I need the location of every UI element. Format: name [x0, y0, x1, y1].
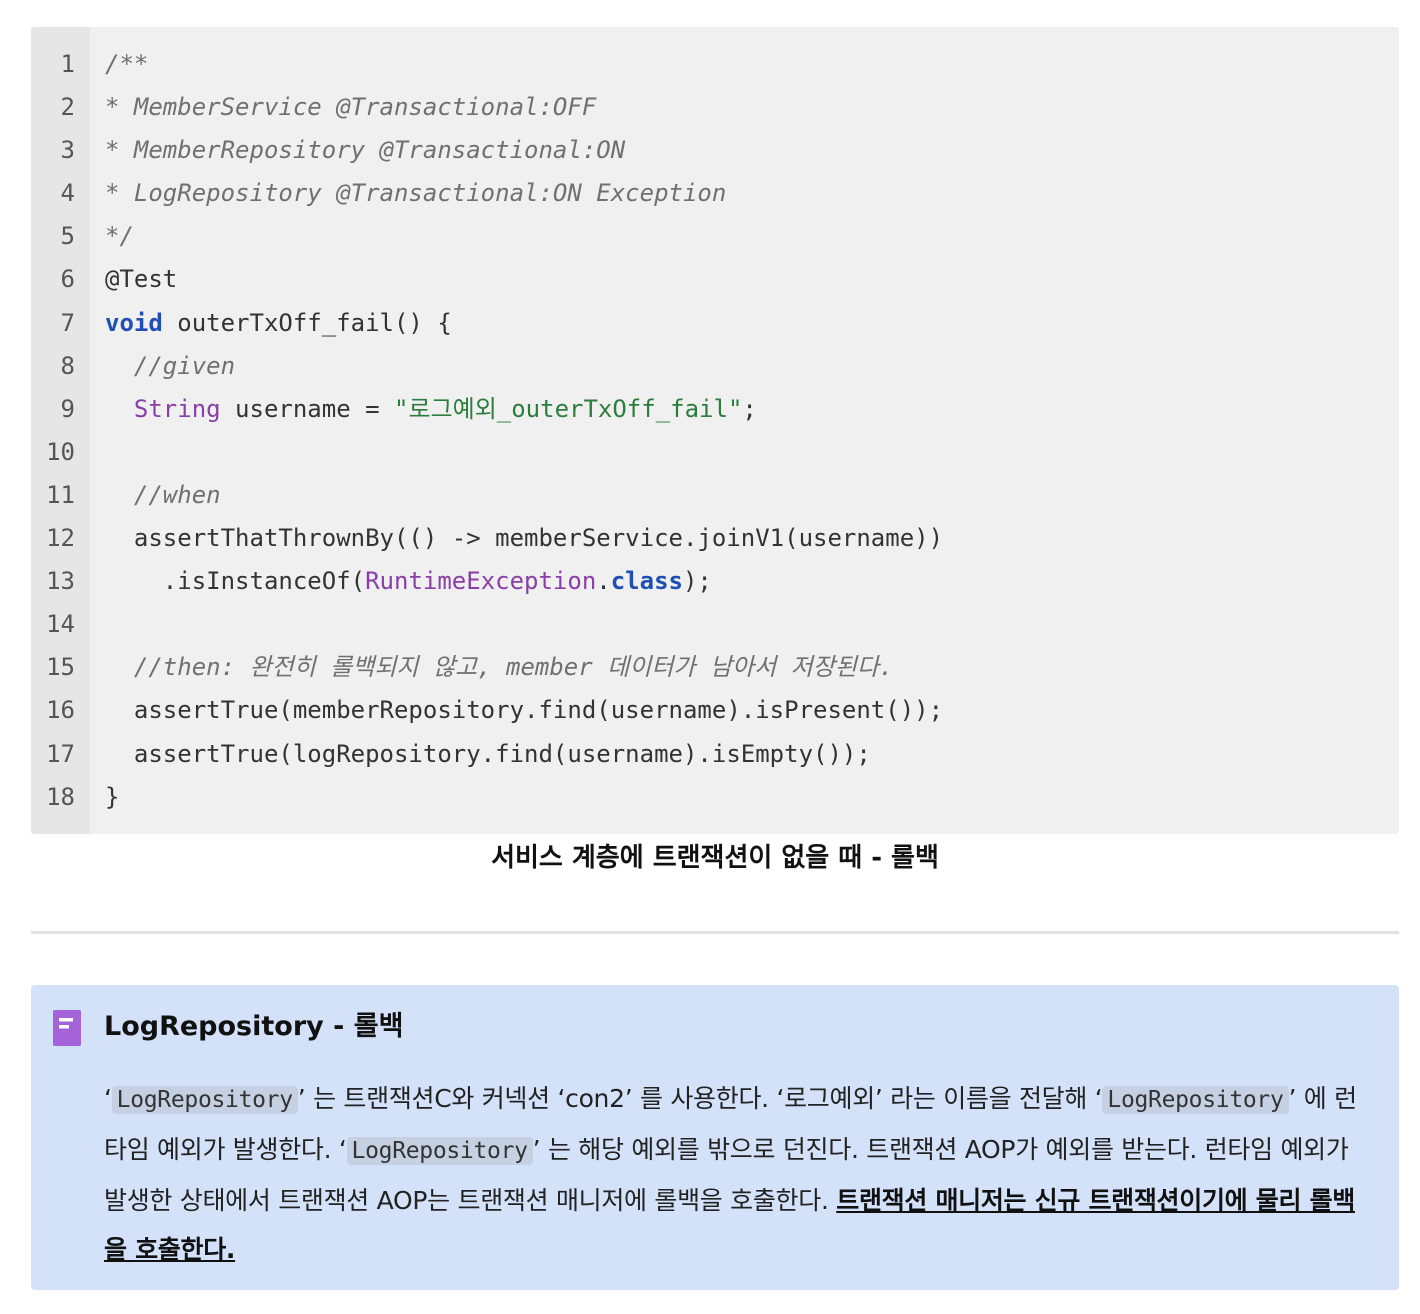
code-token: RuntimeException: [365, 567, 597, 596]
code-token: */: [105, 222, 134, 251]
code-token: ;: [742, 394, 757, 423]
code-block: 1 /** 2 * MemberService @Transactional:OFF 3…: [31, 27, 1399, 834]
code-line: 2 * MemberService @Transactional:OFF: [31, 90, 1399, 133]
code-token: }: [105, 782, 120, 811]
code-token: //then: 완전히 롤백되지 않고, member 데이터가 남아서 저장된…: [105, 653, 894, 682]
line-number: 11: [46, 480, 75, 509]
code-text: /**: [105, 47, 148, 81]
code-text: }: [105, 780, 119, 814]
code-token: void: [105, 308, 163, 337]
code-line: 9 String username = "로그예외_outerTxOff_fai…: [31, 392, 1399, 435]
body-text: ’ 는 트랜잭션C와 커넥션 ‘con2’ 를 사용한다. ‘로그예외’ 라는 …: [297, 1084, 1095, 1113]
code-token: @Test: [105, 265, 178, 294]
code-token: //given: [105, 351, 236, 380]
divider: [31, 931, 1399, 934]
line-number: 12: [46, 524, 75, 553]
line-number: 8: [60, 351, 75, 380]
line-number: 13: [46, 567, 75, 596]
code-token: //when: [105, 480, 221, 509]
code-line: 17 assertTrue(logRepository.find(usernam…: [31, 737, 1399, 780]
code-token: username =: [220, 394, 394, 423]
code-token: outerTxOff_fail() {: [162, 308, 452, 337]
line-number: 6: [60, 265, 75, 294]
code-token: * MemberService @Transactional:OFF: [105, 93, 597, 122]
code-token: /**: [105, 50, 149, 78]
code-text: assertTrue(logRepository.find(username).…: [105, 737, 871, 771]
code-line: 7 void outerTxOff_fail() {: [31, 306, 1399, 349]
code-text: void outerTxOff_fail() {: [105, 306, 452, 340]
body-text: ‘: [104, 1084, 112, 1113]
inline-code: LogRepository: [346, 1137, 533, 1165]
line-number: 17: [46, 739, 75, 768]
line-number: 2: [60, 93, 75, 122]
inline-code: LogRepository: [1102, 1086, 1289, 1114]
code-text: String username = "로그예외_outerTxOff_fail"…: [105, 392, 757, 426]
code-line: 18}: [31, 780, 1399, 823]
code-line: 16 assertTrue(memberRepository.find(user…: [31, 693, 1399, 736]
code-token: .isInstanceOf(: [105, 567, 366, 596]
code-line: 1 /**: [31, 47, 1399, 90]
code-text: //then: 완전히 롤백되지 않고, member 데이터가 남아서 저장된…: [105, 650, 894, 684]
code-line: 5 */: [31, 219, 1399, 262]
code-token: String: [133, 394, 221, 423]
code-text: //when: [105, 478, 221, 512]
code-line: 8 //given: [31, 349, 1399, 392]
code-text: * LogRepository @Transactional:ON Except…: [105, 176, 726, 210]
code-line: 15 //then: 완전히 롤백되지 않고, member 데이터가 남아서 …: [31, 650, 1399, 693]
code-token: "로그예외_outerTxOff_fail": [394, 394, 743, 423]
line-number: 5: [60, 222, 75, 251]
code-line: 14: [31, 607, 1399, 650]
code-text: //given: [105, 349, 235, 383]
code-token: assertTrue(memberRepository.find(usernam…: [105, 696, 944, 725]
code-text: * MemberRepository @Transactional:ON: [105, 133, 625, 167]
code-token: assertThatThrownBy(() -> memberService.j…: [105, 524, 944, 553]
callout-box: LogRepository - 롤백 ‘LogRepository’ 는 트랜잭…: [31, 985, 1399, 1290]
code-line: 4 * LogRepository @Transactional:ON Excep…: [31, 176, 1399, 219]
callout-title: LogRepository - 롤백: [104, 1011, 404, 1042]
inline-code: LogRepository: [111, 1086, 298, 1114]
code-token: assertTrue(logRepository.find(username).…: [105, 739, 871, 768]
code-token: * MemberRepository @Transactional:ON: [105, 136, 626, 165]
page-icon: [53, 1010, 81, 1046]
code-caption: 서비스 계층에 트랜잭션이 없을 때 - 롤백: [491, 843, 939, 873]
code-line: 6 @Test: [31, 262, 1399, 305]
line-number: 15: [46, 653, 75, 682]
line-number: 10: [46, 437, 75, 466]
code-text: .isInstanceOf(RuntimeException.class);: [105, 564, 712, 598]
line-number: 18: [46, 782, 75, 811]
code-line: 13 .isInstanceOf(RuntimeException.class)…: [31, 564, 1399, 607]
code-token: class: [610, 567, 683, 596]
code-lines: 1 /** 2 * MemberService @Transactional:OFF 3…: [31, 47, 1399, 823]
code-line: 3 * MemberRepository @Transactional:ON: [31, 133, 1399, 176]
code-text: */: [105, 219, 134, 253]
line-number: 9: [60, 394, 75, 423]
line-number: 4: [60, 179, 75, 208]
code-token: * LogRepository @Transactional:ON Except…: [105, 179, 727, 208]
code-token: );: [682, 567, 712, 596]
line-number: 3: [60, 136, 75, 165]
line-number: 1: [60, 50, 75, 78]
line-number: 7: [60, 308, 75, 337]
code-token: .: [596, 567, 611, 596]
code-line: 12 assertThatThrownBy(() -> memberServic…: [31, 521, 1399, 564]
code-line: 10: [31, 435, 1399, 478]
callout-body: ‘LogRepository’ 는 트랜잭션C와 커넥션 ‘con2’ 를 사용…: [104, 1074, 1364, 1274]
code-text: assertThatThrownBy(() -> memberService.j…: [105, 521, 943, 555]
line-number: 14: [46, 610, 75, 639]
code-line: 11 //when: [31, 478, 1399, 521]
code-text: * MemberService @Transactional:OFF: [105, 90, 596, 124]
code-text: assertTrue(memberRepository.find(usernam…: [105, 693, 943, 727]
code-text: @Test: [105, 262, 177, 296]
line-number: 16: [46, 696, 75, 725]
